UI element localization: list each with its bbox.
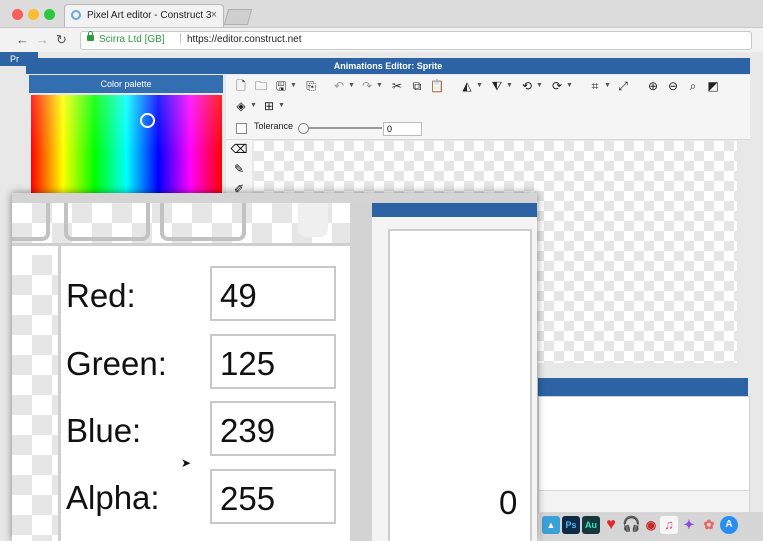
eraser-icon[interactable]: ⌫ — [230, 140, 248, 158]
color-spectrum[interactable] — [31, 95, 222, 195]
alpha-label: Alpha: — [66, 479, 160, 516]
frame-count: 0 — [499, 484, 518, 521]
panel-gutter — [350, 203, 372, 541]
crop-icon[interactable]: ⌗ — [586, 77, 604, 95]
url-separator: | — [179, 32, 182, 44]
crop-dropdown-icon[interactable]: ▼ — [604, 77, 611, 95]
flip-vertical-icon[interactable]: ⧨ — [488, 77, 506, 95]
triangle-app-icon[interactable]: ▲ — [542, 516, 560, 534]
red-label: Red: — [66, 277, 136, 314]
lock-icon — [87, 31, 94, 41]
photos-app-icon[interactable]: ✿ — [700, 516, 718, 534]
drawing-tools: ⌫ ✎ ✐ — [226, 140, 252, 196]
redo-icon[interactable]: ↷ — [358, 77, 376, 95]
green-label: Green: — [66, 345, 167, 382]
pencil-icon[interactable]: ✎ — [230, 160, 248, 178]
site-identity: Scirra Ltd [GB] — [99, 34, 165, 45]
blue-field[interactable]: 239 — [210, 401, 336, 456]
tolerance-slider-track[interactable] — [302, 127, 382, 129]
tolerance-label: Tolerance — [254, 121, 294, 131]
undo-icon[interactable]: ↶ — [330, 77, 348, 95]
maximize-window-icon[interactable] — [44, 9, 55, 20]
color-preview-swatch — [12, 255, 58, 541]
url-text: https://editor.construct.net — [187, 34, 302, 45]
flip-vertical-dropdown-icon[interactable]: ▼ — [506, 77, 513, 95]
animation-frames-header — [538, 378, 748, 396]
headphones-app-icon[interactable]: 🎧 — [622, 516, 641, 534]
zoom-reset-icon[interactable]: ⌕ — [684, 77, 702, 95]
color-palette-title: Color palette — [29, 75, 223, 93]
address-bar: ← → ↻ Scirra Ltd [GB] | https://editor.c… — [0, 27, 763, 53]
reload-icon[interactable]: ↻ — [56, 32, 67, 48]
zoomed-color-inspector: Red: 49 Green: 125 Blue: 239 Alpha: 255 … — [12, 193, 537, 541]
alpha-field[interactable]: 255 — [210, 469, 336, 524]
tolerance-checkbox[interactable] — [236, 123, 247, 134]
rotate-cw-icon[interactable]: ⟳ — [548, 77, 566, 95]
close-window-icon[interactable] — [12, 9, 23, 20]
tab-close-button[interactable]: × — [211, 9, 217, 21]
undo-dropdown-icon[interactable]: ▼ — [348, 77, 355, 95]
new-tab-button[interactable] — [223, 9, 253, 25]
palette-swatch[interactable] — [160, 203, 246, 241]
palette-swatch[interactable] — [298, 203, 328, 237]
back-arrow-icon[interactable]: ← — [16, 32, 29, 47]
audition-icon[interactable]: Au — [582, 516, 600, 534]
layers-icon[interactable]: ◈ — [232, 97, 250, 115]
color-picker-handle[interactable] — [140, 113, 155, 128]
divider — [12, 243, 350, 246]
zoom-in-icon[interactable]: ⊕ — [644, 77, 662, 95]
import-icon[interactable]: ⎘ — [302, 77, 320, 95]
construct-favicon-icon — [71, 10, 81, 20]
copy-icon[interactable]: ⧉ — [408, 77, 426, 95]
rotate-ccw-icon[interactable]: ⟲ — [518, 77, 536, 95]
creative-app-icon[interactable]: ✦ — [680, 516, 698, 534]
tab-title: Pixel Art editor - Construct 3 — [87, 10, 212, 21]
grid-dropdown-icon[interactable]: ▼ — [278, 97, 285, 115]
divider — [58, 245, 61, 541]
browser-chrome: Pixel Art editor - Construct 3 × ← → ↻ S… — [0, 0, 763, 53]
flip-horizontal-dropdown-icon[interactable]: ▼ — [476, 77, 483, 95]
tolerance-slider-handle[interactable] — [298, 123, 309, 134]
red-field[interactable]: 49 — [210, 266, 336, 321]
cut-icon[interactable]: ✂ — [388, 77, 406, 95]
new-file-icon[interactable]: 🗋 — [232, 77, 250, 95]
forward-arrow-icon[interactable]: → — [36, 32, 49, 47]
url-field[interactable]: Scirra Ltd [GB] | https://editor.constru… — [80, 31, 752, 50]
redo-dropdown-icon[interactable]: ▼ — [376, 77, 383, 95]
heart-app-icon[interactable]: ♥ — [602, 516, 620, 534]
palette-swatch-strip — [12, 203, 350, 243]
save-icon[interactable]: 🖫 — [272, 77, 290, 95]
flip-horizontal-icon[interactable]: ◭ — [458, 77, 476, 95]
resize-icon[interactable]: ⤢ — [614, 77, 632, 95]
rotate-ccw-dropdown-icon[interactable]: ▼ — [536, 77, 543, 95]
music-app-icon[interactable]: ♫ — [660, 516, 678, 534]
zoomed-panel-header — [372, 203, 537, 217]
palette-swatch[interactable] — [64, 203, 150, 241]
zoom-out-icon[interactable]: ⊖ — [664, 77, 682, 95]
tolerance-value-field[interactable]: 0 — [383, 122, 422, 136]
open-folder-icon[interactable]: 🗀 — [252, 77, 270, 95]
blue-label: Blue: — [66, 412, 142, 449]
animations-editor-title: Animations Editor: Sprite — [26, 58, 750, 74]
animation-frames-footer — [538, 490, 750, 514]
rotate-cw-dropdown-icon[interactable]: ▼ — [566, 77, 573, 95]
grid-icon[interactable]: ⊞ — [260, 97, 278, 115]
mac-dock: ▲ Ps Au ♥ 🎧 ◉ ♫ ✦ ✿ A — [540, 512, 763, 541]
save-dropdown-icon[interactable]: ▼ — [290, 77, 297, 95]
toggle-background-icon[interactable]: ◩ — [704, 77, 722, 95]
photoshop-icon[interactable]: Ps — [562, 516, 580, 534]
minimize-window-icon[interactable] — [28, 9, 39, 20]
browser-tab[interactable]: Pixel Art editor - Construct 3 × — [64, 4, 224, 27]
green-field[interactable]: 125 — [210, 334, 336, 389]
mouse-cursor-icon: ➤ — [181, 456, 192, 470]
layers-dropdown-icon[interactable]: ▼ — [250, 97, 257, 115]
app-store-icon[interactable]: A — [720, 516, 738, 534]
palette-swatch[interactable] — [12, 203, 50, 241]
animation-frames-panel — [538, 396, 750, 492]
paste-icon[interactable]: 📋 — [428, 77, 446, 95]
record-app-icon[interactable]: ◉ — [642, 516, 660, 534]
